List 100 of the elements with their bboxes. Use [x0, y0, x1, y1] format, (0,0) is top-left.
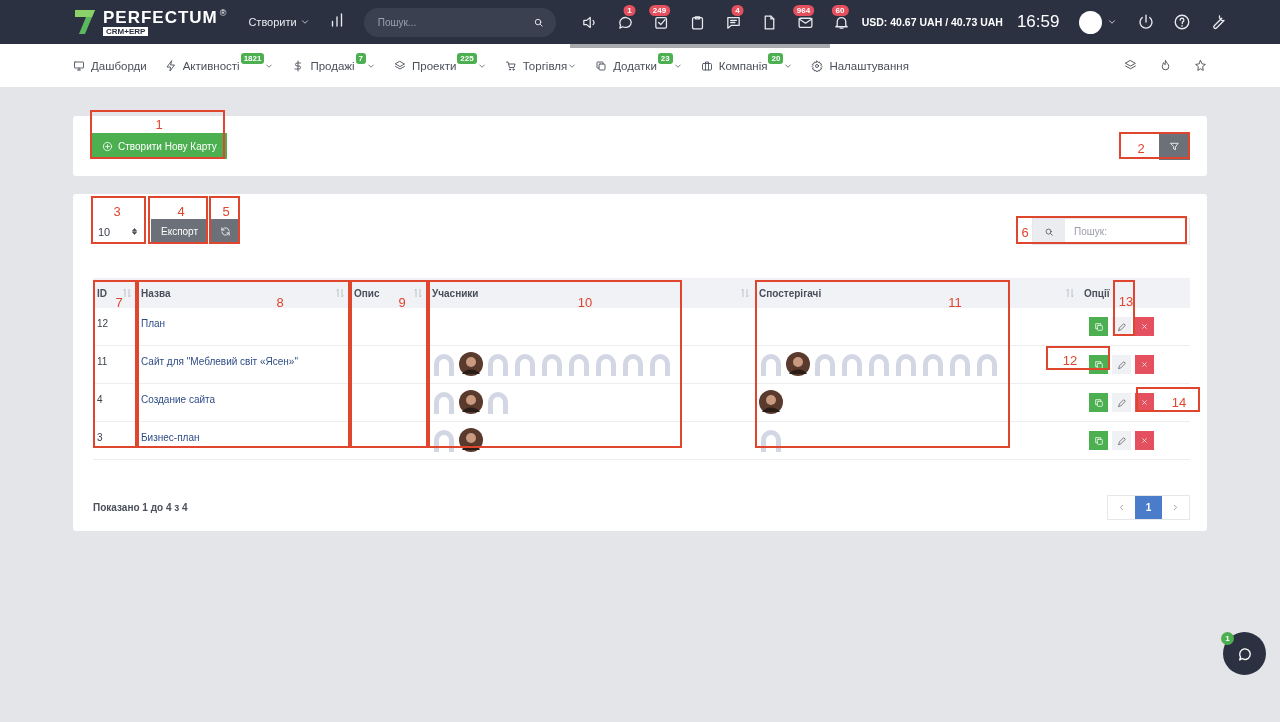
sort-icon[interactable] [412, 287, 424, 299]
notification-badge: 1 [623, 4, 636, 16]
placeholder-avatar [567, 352, 591, 376]
search-icon [1044, 226, 1054, 237]
table-info: Показано 1 до 4 з 4 [93, 502, 188, 513]
nav-menu-item[interactable]: Проекти [394, 59, 457, 72]
layers-icon [394, 59, 407, 72]
table-cell: 11 [93, 346, 137, 384]
person-avatar [759, 390, 783, 414]
currency-rate: USD: 40.67 UAH / 40.73 UAH [861, 16, 1003, 28]
callout-number: 12 [1062, 353, 1078, 367]
create-menu[interactable]: Створити [248, 16, 310, 28]
callout-number: 1 [155, 117, 163, 131]
count-badge: 225 [457, 53, 477, 64]
nav-menu-item[interactable]: Активності [164, 59, 240, 72]
updown-icon [130, 227, 139, 236]
person-avatar [459, 352, 483, 376]
pencil-icon [1116, 321, 1127, 332]
sort-icon[interactable] [121, 287, 133, 299]
notification-badge: 249 [648, 4, 671, 16]
refresh-icon [220, 226, 231, 237]
nav-menu-item[interactable]: Торгівля [504, 59, 568, 72]
close-icon [1140, 360, 1149, 369]
filter-icon [1169, 141, 1180, 152]
table-cell: 4 [93, 384, 137, 422]
delete-button[interactable] [1135, 317, 1154, 336]
user-avatar[interactable] [1079, 10, 1103, 34]
table-cell: 3 [93, 422, 137, 460]
edit-button[interactable] [1112, 393, 1131, 412]
sort-icon[interactable] [739, 287, 751, 299]
lightning-icon [164, 59, 177, 72]
column-header[interactable]: Назва [141, 287, 171, 299]
nav-menu-item[interactable]: Налаштування [811, 59, 909, 72]
edit-button[interactable] [1112, 355, 1131, 374]
placeholder-avatar [513, 352, 537, 376]
placeholder-avatar [867, 352, 891, 376]
table-search-bar[interactable]: Пошук: [1032, 218, 1190, 245]
placeholder-avatar [648, 352, 672, 376]
briefcase-icon [700, 59, 713, 72]
chat-button[interactable] [1223, 632, 1266, 675]
callout-number: 2 [1137, 141, 1145, 155]
help-icon [1173, 13, 1192, 31]
placeholder-avatar [948, 352, 972, 376]
callout-number: 10 [577, 295, 593, 309]
count-badge: 20 [768, 53, 784, 64]
count-badge: 7 [355, 53, 367, 64]
pencil-icon [1116, 397, 1127, 408]
sort-icon[interactable] [334, 287, 346, 299]
card-link[interactable]: Сайт для "Меблевий світ «Ясен»" [141, 356, 298, 367]
copy-icon [595, 59, 608, 72]
card-link[interactable]: План [141, 318, 166, 329]
card-link[interactable]: Бизнес-план [141, 432, 200, 443]
nav-menu-item[interactable]: Додатки [595, 59, 657, 72]
placeholder-avatar [759, 352, 783, 376]
gear-icon [811, 59, 824, 72]
chat-badge: 1 [1221, 632, 1234, 645]
column-header: Опції [1084, 287, 1110, 299]
copy-button[interactable] [1089, 393, 1108, 412]
caret-icon [299, 17, 310, 27]
copy-icon [1093, 321, 1104, 332]
callout-number: 14 [1171, 395, 1187, 409]
power-icon [1137, 13, 1156, 31]
copy-button[interactable] [1089, 431, 1108, 450]
placeholder-avatar [975, 352, 999, 376]
pencil-icon [1116, 359, 1127, 370]
nav-menu-item[interactable]: Дашборди [73, 59, 147, 72]
placeholder-avatar [813, 352, 837, 376]
copy-icon [1093, 397, 1104, 408]
edit-button[interactable] [1112, 431, 1131, 450]
notification-badge: 964 [792, 4, 815, 16]
placeholder-avatar [921, 352, 945, 376]
copy-button[interactable] [1089, 317, 1108, 336]
search-field[interactable]: Пошук... [377, 16, 518, 28]
clock-time: 16:59 [1016, 12, 1060, 32]
table-cell: 12 [93, 308, 137, 346]
card-link[interactable]: Создание сайта [141, 394, 216, 405]
copy-icon [1093, 435, 1104, 446]
monitor-icon [73, 59, 85, 72]
column-header[interactable]: Спостерігачі [759, 287, 822, 299]
flame-icon [1159, 59, 1172, 72]
placeholder-avatar [486, 352, 510, 376]
page-button[interactable]: 1 [1135, 496, 1162, 519]
caret-icon [1107, 17, 1118, 27]
column-header[interactable]: ID [97, 287, 107, 299]
callout-number: 11 [948, 295, 962, 309]
delete-button[interactable] [1135, 431, 1154, 450]
nav-menu-item[interactable]: Продажі [292, 59, 355, 72]
placeholder-avatar [432, 352, 456, 376]
search-icon [532, 16, 544, 28]
search-bar[interactable]: Пошук... [363, 7, 556, 37]
callout-number: 8 [276, 295, 284, 309]
column-header[interactable]: Учасники [432, 287, 479, 299]
placeholder-avatar [594, 352, 618, 376]
delete-button[interactable] [1135, 355, 1154, 374]
logo-icon [73, 8, 97, 36]
column-header[interactable]: Опис [354, 287, 380, 299]
sort-icon[interactable] [1064, 287, 1076, 299]
placeholder-avatar [621, 352, 645, 376]
placeholder-avatar [486, 390, 510, 414]
nav-menu-item[interactable]: Компанія [700, 59, 768, 72]
